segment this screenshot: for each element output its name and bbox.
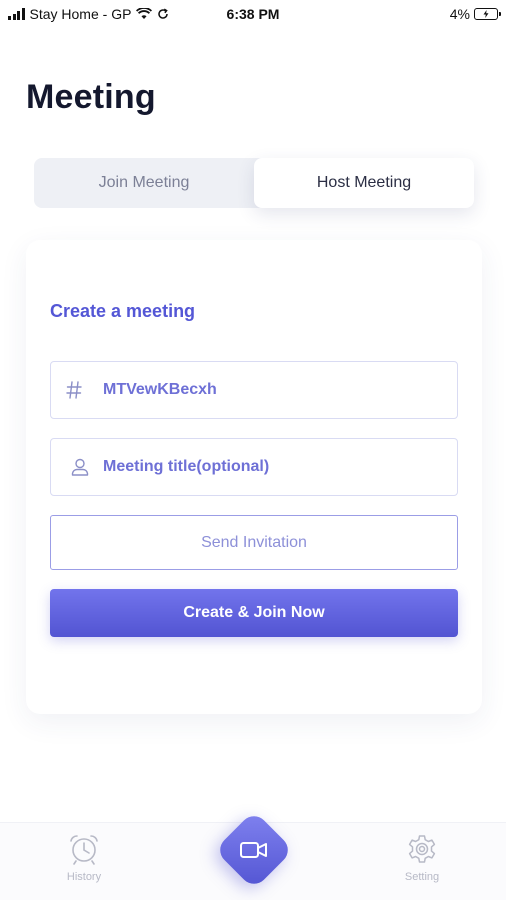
- gear-icon: [408, 835, 436, 863]
- wifi-icon: [136, 8, 153, 19]
- user-icon: [57, 457, 103, 477]
- carrier-text: Stay Home - GP: [29, 6, 132, 22]
- status-right: 4%: [449, 6, 501, 22]
- meeting-title-field[interactable]: Meeting title(optional): [50, 438, 458, 496]
- meeting-code-value: MTVewKBecxh: [103, 381, 217, 398]
- signal-icon: [8, 8, 25, 20]
- battery-percent: 4%: [449, 6, 470, 22]
- video-camera-icon: [239, 840, 269, 860]
- section-title: Create a meeting: [50, 301, 196, 321]
- create-meeting-card: Create a meeting MTVewKBecxh Meeting tit…: [26, 240, 482, 714]
- bottom-nav: History Setting: [0, 810, 506, 900]
- status-bar: Stay Home - GP 6:38 PM 4%: [0, 0, 506, 28]
- tab-host-meeting[interactable]: Host Meeting: [254, 158, 474, 208]
- nav-history[interactable]: History: [44, 833, 124, 883]
- hash-icon: [51, 380, 97, 400]
- status-left: Stay Home - GP: [8, 6, 169, 22]
- create-join-button[interactable]: Create & Join Now: [50, 589, 458, 637]
- tab-join-meeting[interactable]: Join Meeting: [34, 158, 254, 208]
- meeting-title-placeholder: Meeting title(optional): [103, 458, 270, 475]
- page-title: Meeting: [26, 78, 156, 116]
- video-meeting-button[interactable]: [214, 810, 294, 890]
- meeting-code-field[interactable]: MTVewKBecxh: [50, 361, 458, 419]
- nav-setting-label: Setting: [404, 871, 440, 883]
- battery-icon: [474, 8, 501, 20]
- alarm-clock-icon: [70, 835, 98, 865]
- send-invitation-button[interactable]: Send Invitation: [50, 515, 458, 570]
- nav-history-label: History: [66, 871, 102, 883]
- sync-icon: [158, 8, 169, 19]
- meeting-tabs: Join Meeting Host Meeting: [34, 158, 474, 208]
- nav-setting[interactable]: Setting: [382, 833, 462, 883]
